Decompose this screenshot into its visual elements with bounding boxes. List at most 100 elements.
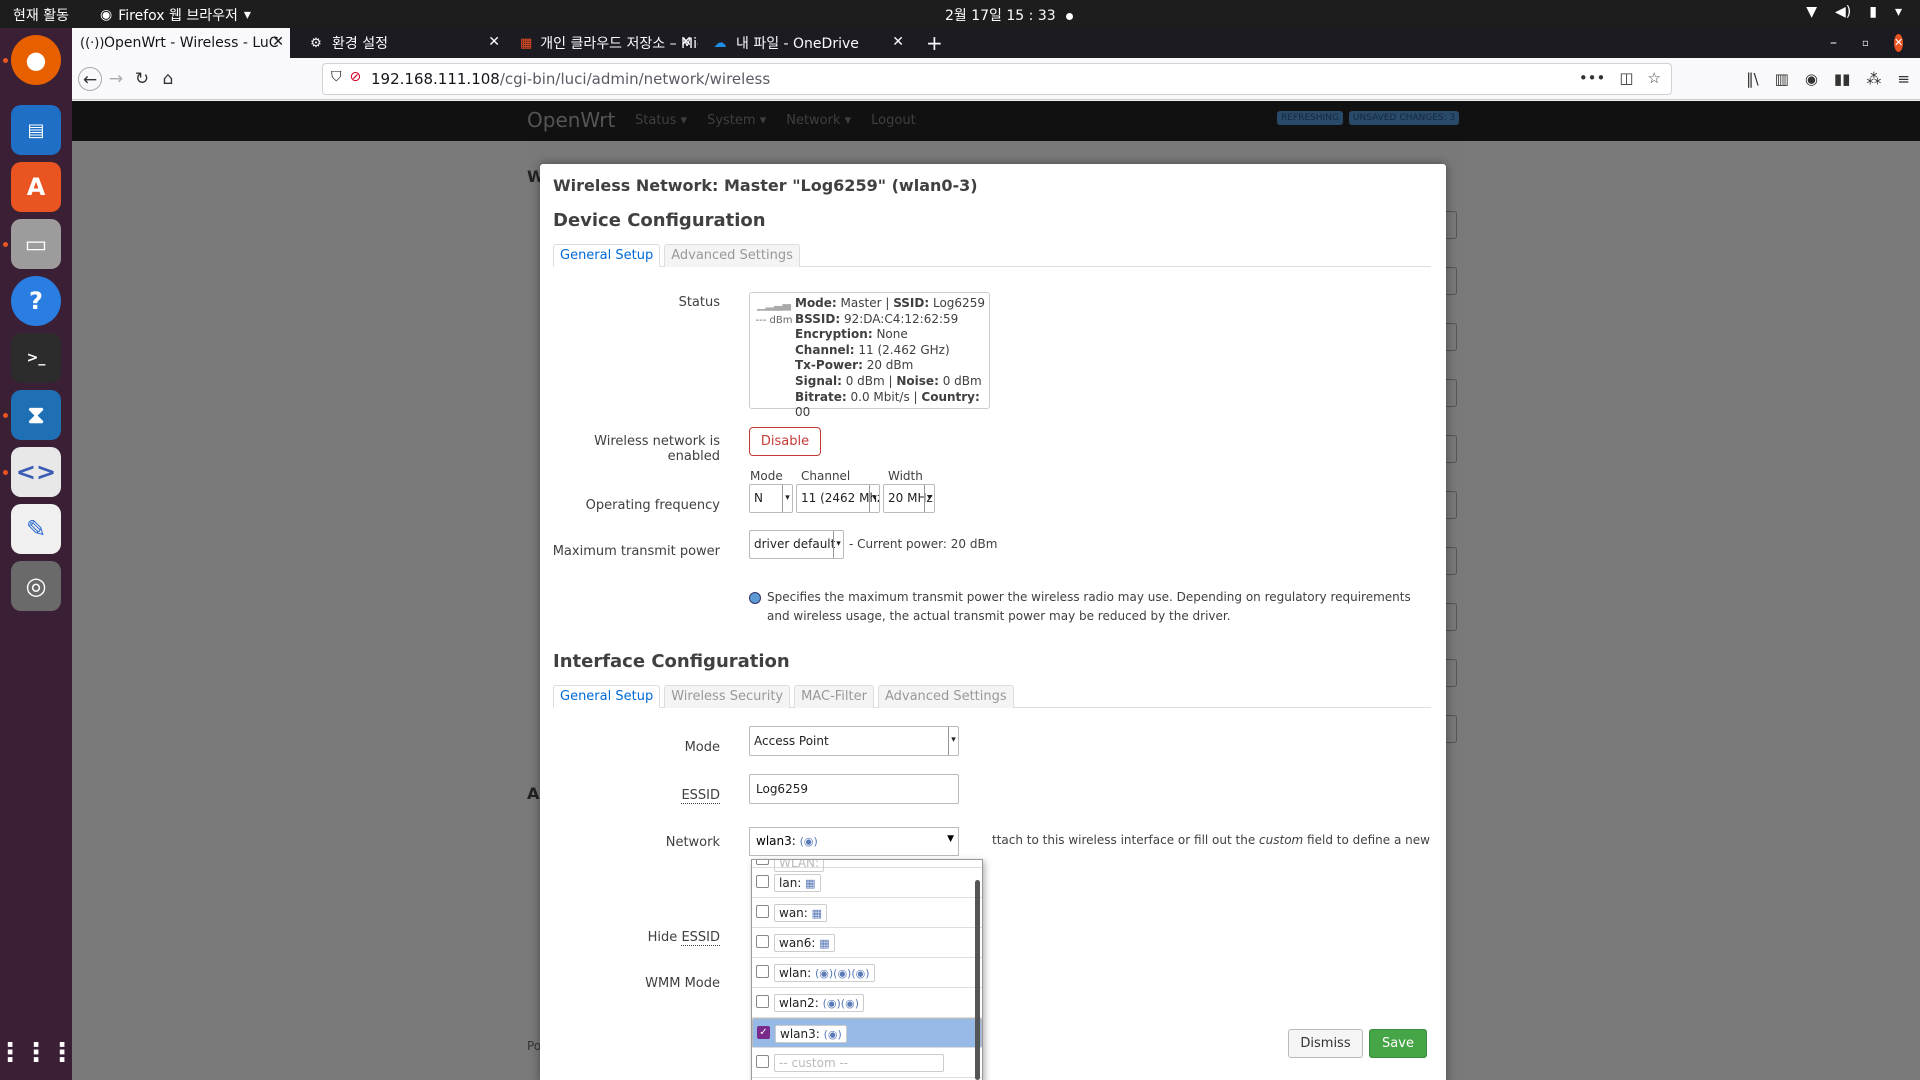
- app-grid-icon[interactable]: ⋮⋮⋮: [0, 1028, 75, 1078]
- terminal-dock-icon[interactable]: >_: [11, 333, 61, 383]
- checkbox[interactable]: [756, 860, 769, 865]
- close-tab-icon[interactable]: ✕: [272, 34, 284, 50]
- shield-icon[interactable]: ⛉: [331, 69, 342, 85]
- opfreq-label: Operating frequency: [585, 498, 720, 513]
- home-button[interactable]: ⌂: [156, 67, 180, 91]
- menu-status[interactable]: Status ▾: [635, 113, 687, 128]
- close-window-button[interactable]: ✕: [1886, 28, 1910, 58]
- info-icon: [749, 592, 761, 604]
- txpower-help: Specifies the maximum transmit power the…: [749, 588, 1417, 626]
- wifi-icon: (◉): [823, 1028, 842, 1041]
- onedrive-icon: ☁: [713, 35, 727, 51]
- tab-device-advanced[interactable]: Advanced Settings: [664, 244, 800, 267]
- app-menu[interactable]: ◉ Firefox 웹 브라우저 ▾: [100, 5, 251, 25]
- back-button[interactable]: ←: [78, 67, 102, 91]
- tab-iface-advanced[interactable]: Advanced Settings: [877, 685, 1014, 708]
- save-button[interactable]: Save: [1369, 1029, 1427, 1058]
- pocket-icon[interactable]: ◫: [1619, 69, 1633, 87]
- width-select[interactable]: 20 MHz ▾: [883, 484, 935, 513]
- list-item[interactable]: wan6: ▦: [752, 928, 982, 958]
- tab-openwrt[interactable]: ((·)) OpenWrt - Wireless - LuC ✕: [72, 28, 290, 58]
- system-tray[interactable]: ▼ ◀) ▮ ▾: [1806, 4, 1902, 20]
- openwrt-brand[interactable]: OpenWrt: [527, 108, 615, 132]
- vscode-dock-icon[interactable]: ⧗: [11, 390, 61, 440]
- extensions-icon[interactable]: ⁂: [1866, 70, 1881, 88]
- disable-button[interactable]: Disable: [749, 427, 821, 456]
- chevron-down-icon: ▾: [869, 485, 879, 512]
- checkbox[interactable]: [756, 995, 769, 1008]
- library-icon[interactable]: ‖\: [1746, 70, 1759, 88]
- tab-iface-macfilter[interactable]: MAC-Filter: [794, 685, 874, 708]
- chevron-down-icon: ▼: [947, 834, 954, 844]
- bookmark-star-icon[interactable]: ☆: [1648, 69, 1661, 87]
- menu-logout[interactable]: Logout: [871, 113, 916, 128]
- menu-network[interactable]: Network ▾: [786, 113, 851, 128]
- refreshing-badge[interactable]: REFRESHING: [1277, 111, 1343, 125]
- checkbox[interactable]: [756, 905, 769, 918]
- firefox-dock-icon[interactable]: ●: [11, 35, 61, 85]
- checkbox[interactable]: [756, 965, 769, 978]
- tab-onedrive[interactable]: ☁ 내 파일 - OneDrive ✕: [704, 28, 910, 58]
- menu-icon[interactable]: ≡: [1897, 70, 1910, 88]
- checkbox[interactable]: [756, 875, 769, 888]
- list-item-selected[interactable]: ✓ wlan3: (◉): [752, 1018, 982, 1048]
- text-editor-dock-icon[interactable]: ✎: [11, 504, 61, 554]
- reload-button[interactable]: ↻: [130, 67, 154, 91]
- list-item[interactable]: WLAN:: [752, 860, 982, 872]
- dismiss-button[interactable]: Dismiss: [1288, 1029, 1363, 1058]
- list-item[interactable]: lan: ▦: [752, 868, 982, 898]
- insecure-lock-icon[interactable]: ⊘: [350, 69, 362, 85]
- essid-input[interactable]: Log6259: [749, 774, 959, 804]
- wmm-mode-label: WMM Mode: [645, 976, 720, 991]
- reader-icon[interactable]: ▮▮: [1834, 70, 1851, 88]
- checkbox[interactable]: [756, 935, 769, 948]
- page-actions-icon[interactable]: •••: [1579, 69, 1606, 87]
- checkbox-checked[interactable]: ✓: [757, 1026, 770, 1039]
- writer-dock-icon[interactable]: ▤: [11, 105, 61, 155]
- new-tab-button[interactable]: +: [918, 28, 948, 58]
- scrollbar[interactable]: [975, 880, 980, 1080]
- txpower-select[interactable]: driver default ▾: [749, 530, 844, 559]
- url-bar[interactable]: ⛉ ⊘ 192.168.111.108/cgi-bin/luci/admin/ne…: [322, 63, 1672, 95]
- close-tab-icon[interactable]: ✕: [488, 34, 500, 50]
- width-sublabel: Width: [888, 469, 923, 483]
- ethernet-icon: ▦: [819, 937, 830, 950]
- close-tab-icon[interactable]: ✕: [892, 34, 904, 50]
- maximize-button[interactable]: ▫: [1854, 28, 1878, 58]
- tab-settings[interactable]: ⚙ 환경 설정 ✕: [300, 28, 506, 58]
- channel-select[interactable]: 11 (2462 Mhz) ▾: [796, 484, 880, 513]
- tab-device-general[interactable]: General Setup: [553, 244, 661, 267]
- wifi-icon: (◉): [799, 835, 818, 848]
- mode-select[interactable]: N ▾: [749, 484, 793, 513]
- clock[interactable]: 2월 17일 15 : 33: [945, 5, 1073, 25]
- minimize-button[interactable]: –: [1822, 28, 1846, 58]
- help-dock-icon[interactable]: ?: [11, 276, 61, 326]
- ethernet-icon: ▦: [805, 877, 816, 890]
- list-item-custom[interactable]: -- custom --: [752, 1048, 982, 1078]
- sidebar-icon[interactable]: ▥: [1775, 70, 1789, 88]
- unsaved-changes-badge[interactable]: UNSAVED CHANGES: 3: [1348, 111, 1460, 125]
- running-indicator: [3, 242, 8, 247]
- account-icon[interactable]: ◉: [1805, 70, 1818, 88]
- hide-essid-label: Hide ESSID: [647, 930, 720, 946]
- list-item[interactable]: wlan2: (◉)(◉): [752, 988, 982, 1018]
- list-item[interactable]: wlan: (◉)(◉)(◉): [752, 958, 982, 988]
- menu-system[interactable]: System ▾: [707, 113, 766, 128]
- checkbox[interactable]: [756, 1055, 769, 1068]
- tab-iface-general[interactable]: General Setup: [553, 685, 661, 708]
- code-editor-dock-icon[interactable]: <>: [11, 447, 61, 497]
- activities-button[interactable]: 현재 활동: [13, 5, 69, 25]
- software-center-dock-icon[interactable]: A: [11, 162, 61, 212]
- tab-microsoft[interactable]: ▦ 개인 클라우드 저장소 – Mic ✕: [512, 28, 698, 58]
- close-tab-icon[interactable]: ✕: [680, 34, 692, 50]
- network-dropdown[interactable]: wlan3: (◉) ▼: [749, 827, 959, 856]
- tab-iface-security[interactable]: Wireless Security: [664, 685, 791, 708]
- forward-button[interactable]: →: [104, 67, 128, 91]
- wireless-network-modal: Wireless Network: Master "Log6259" (wlan…: [540, 164, 1446, 1080]
- iface-mode-select[interactable]: Access Point ▾: [749, 726, 959, 756]
- disc-dock-icon[interactable]: ◎: [11, 561, 61, 611]
- files-dock-icon[interactable]: ▭: [11, 219, 61, 269]
- list-item[interactable]: wan: ▦: [752, 898, 982, 928]
- network-options-list[interactable]: WLAN: lan: ▦ wan: ▦ wan6: ▦ wlan: (◉)(◉)…: [751, 859, 983, 1080]
- status-label: Status: [678, 295, 720, 310]
